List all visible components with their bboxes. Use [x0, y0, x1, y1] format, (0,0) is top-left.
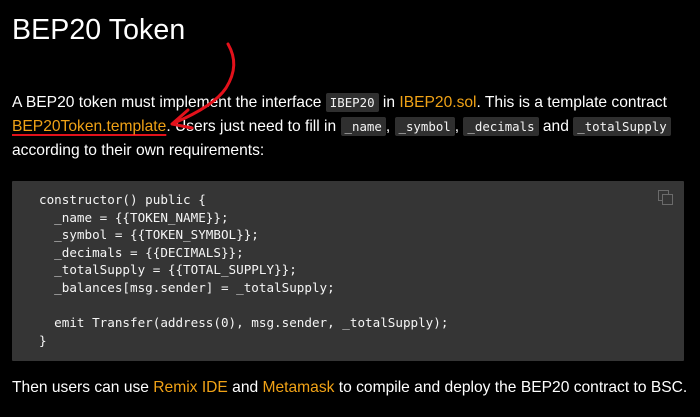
code-line: _symbol = {{TOKEN_SYMBOL}}; — [39, 227, 259, 243]
outro-text-3: to compile and deploy the BEP20 contract… — [334, 379, 688, 396]
intro-text-6: according to their own requirements: — [12, 142, 265, 159]
code-line: _decimals = {{DECIMALS}}; — [39, 244, 244, 260]
code-line: constructor() public { — [39, 192, 206, 207]
remix-ide-link[interactable]: Remix IDE — [153, 379, 228, 396]
intro-text-3: . This is a template contract — [476, 94, 667, 111]
intro-sep-1: , — [385, 118, 395, 135]
copy-icon-front — [662, 194, 673, 205]
intro-text-1: A BEP20 token must implement the interfa… — [12, 94, 326, 111]
intro-text-4: . Users just need to fill in — [166, 118, 341, 135]
bep20token-template-link[interactable]: BEP20Token.template — [12, 118, 166, 135]
page-title: BEP20 Token — [12, 14, 186, 46]
intro-text-5: and — [538, 118, 574, 135]
code-line: _totalSupply = {{TOTAL_SUPPLY}}; — [39, 262, 297, 278]
ibep20-sol-link[interactable]: IBEP20.sol — [399, 94, 476, 111]
code-block: constructor() public { _name = {{TOKEN_N… — [12, 181, 684, 361]
code-line: emit Transfer(address(0), msg.sender, _t… — [39, 315, 449, 331]
code-name: _name — [340, 117, 386, 136]
code-line: _name = {{TOKEN_NAME}}; — [39, 209, 229, 225]
code-ibep20: IBEP20 — [325, 93, 379, 112]
outro-text-2: and — [227, 379, 263, 396]
intro-text-2: in — [378, 94, 400, 111]
outro-paragraph: Then users can use Remix IDE and Metamas… — [12, 376, 692, 400]
intro-paragraph: A BEP20 token must implement the interfa… — [12, 91, 692, 163]
code-symbol: _symbol — [394, 117, 455, 136]
copy-icon[interactable] — [658, 190, 673, 205]
code-content: constructor() public { _name = {{TOKEN_N… — [39, 191, 448, 349]
metamask-link[interactable]: Metamask — [263, 379, 335, 396]
code-line: _balances[msg.sender] = _totalSupply; — [39, 279, 335, 295]
outro-text-1: Then users can use — [12, 379, 154, 396]
code-line: } — [39, 332, 47, 348]
page: BEP20 Token A BEP20 token must implement… — [0, 0, 700, 417]
code-total-supply: _totalSupply — [573, 117, 671, 136]
code-decimals: _decimals — [463, 117, 539, 136]
